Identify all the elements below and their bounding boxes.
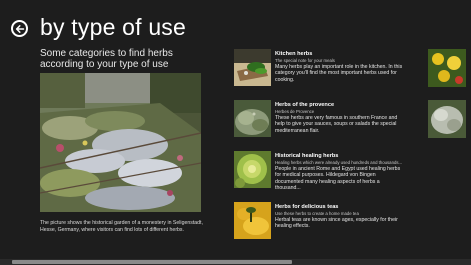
category-subtitle: Healing herbs which were already used hu…	[275, 160, 403, 165]
category-description: People in ancient Rome and Egypt used he…	[275, 166, 401, 192]
provence-herbs-thumbnail	[234, 100, 271, 137]
healing-herbs-thumbnail	[234, 151, 271, 188]
category-subtitle: Herbes de Provence	[275, 109, 315, 114]
category-title: Historical healing herbs	[275, 153, 339, 159]
category-subtitle: Use these herbs to create a home made te…	[275, 211, 359, 216]
garden-photo	[40, 73, 201, 212]
page-title: by type of use	[40, 14, 186, 40]
category-subtitle: The special note for your meals	[275, 58, 335, 63]
category-title: Herbs for delicious teas	[275, 204, 339, 210]
category-description: Herbal teas are known since ages, especi…	[275, 217, 398, 230]
category-historical-healing-herbs[interactable]: Historical healing herbs Healing herbs w…	[234, 151, 409, 191]
category-herbs-for-delicious-teas[interactable]: Herbs for delicious teas Use these herbs…	[234, 202, 409, 242]
category-title: Herbs of the provence	[275, 102, 335, 108]
category-herbs-of-the-provence[interactable]: Herbs of the provence Herbes de Provence…	[234, 100, 409, 140]
horizontal-scrollbar-thumb[interactable]	[12, 260, 292, 264]
category-description: These herbs are very famous in southern …	[275, 115, 398, 134]
intro-text: Some categories to find herbs according …	[40, 48, 173, 70]
category-title: Kitchen herbs	[275, 51, 313, 57]
back-button[interactable]	[11, 20, 28, 37]
next-column-flower-thumbnail[interactable]	[428, 49, 466, 87]
kitchen-herbs-thumbnail	[234, 49, 271, 86]
next-column-herb-thumbnail[interactable]	[428, 100, 466, 138]
back-arrow-icon	[15, 24, 24, 33]
tea-herbs-thumbnail	[234, 202, 271, 239]
category-kitchen-herbs[interactable]: Kitchen herbs The special note for your …	[234, 49, 409, 89]
category-description: Many herbs play an important role in the…	[275, 64, 403, 83]
photo-caption: The picture shows the historical garden …	[40, 220, 203, 233]
